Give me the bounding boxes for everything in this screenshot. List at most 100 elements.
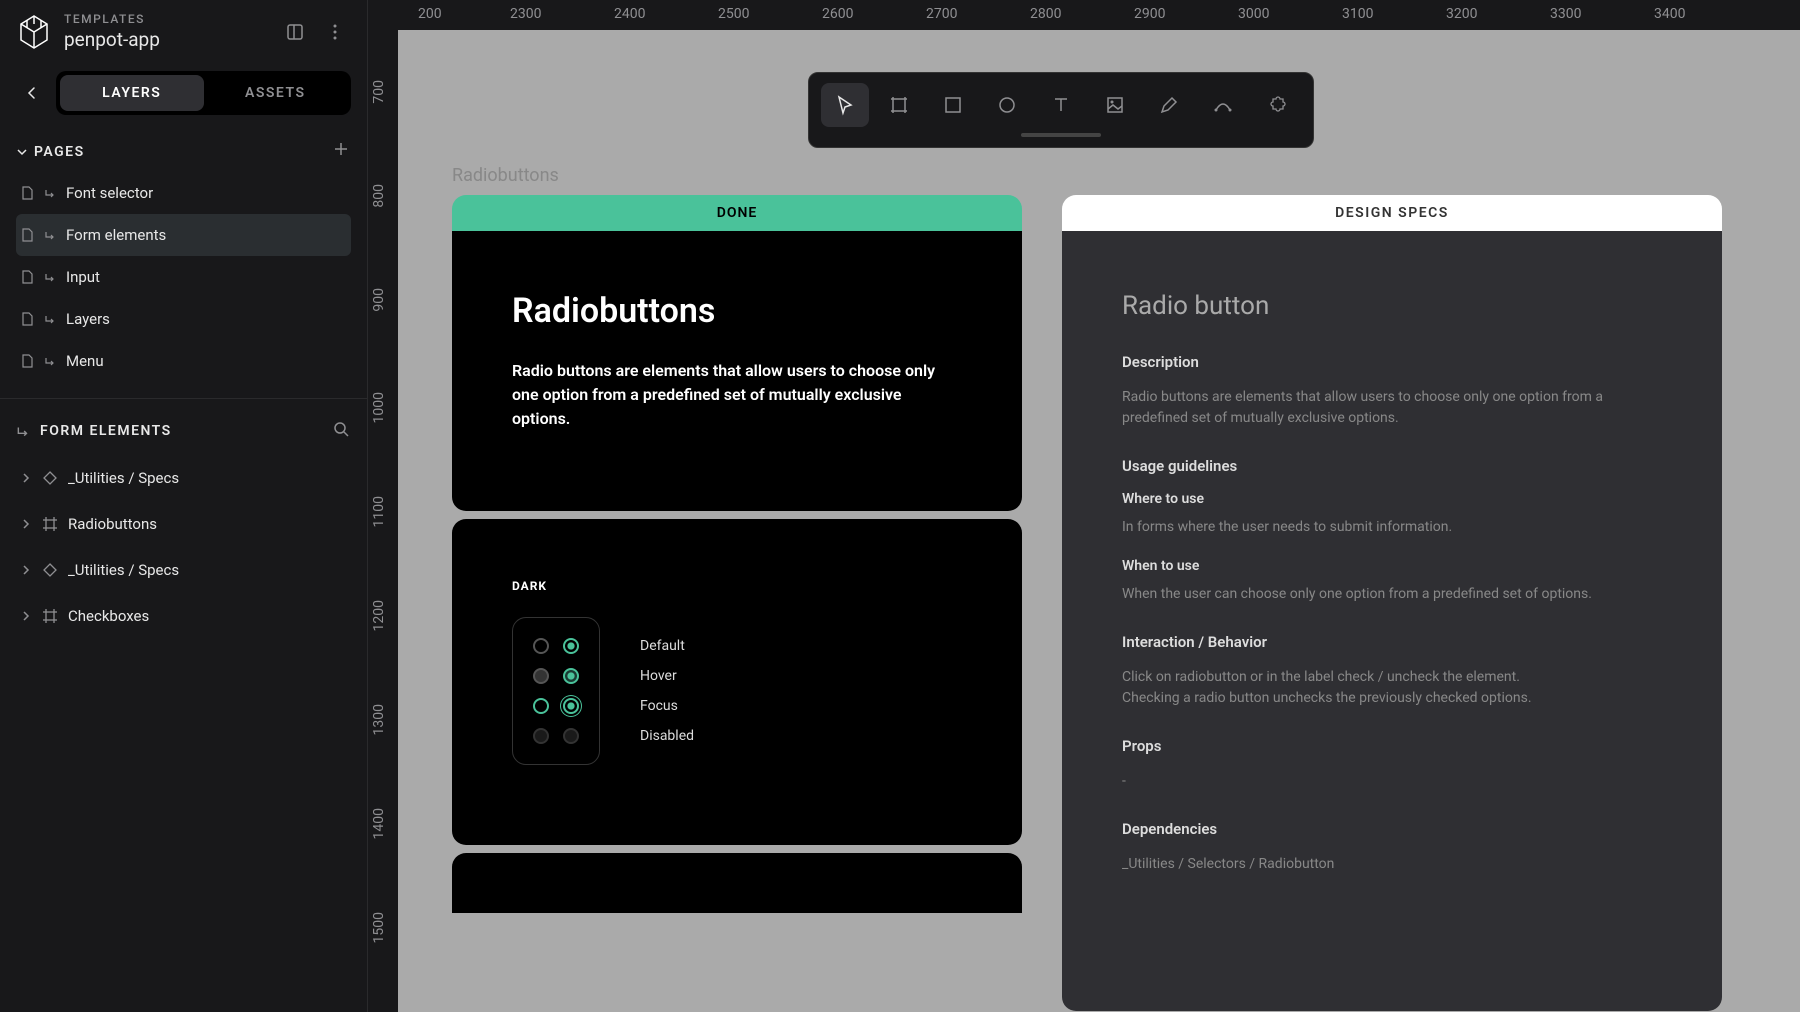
tool-ellipse[interactable] [983,83,1031,127]
state-label-disabled: Disabled [640,728,694,744]
ruler-corner [368,0,398,30]
tool-select[interactable] [821,83,869,127]
rectangle-icon [942,94,964,116]
specs-body: Radio button Description Radio buttons a… [1062,231,1722,1011]
page-label: Form elements [66,226,166,244]
page-item-form-elements[interactable]: Form elements [16,214,351,256]
image-icon [1104,94,1126,116]
pen-icon [1158,94,1180,116]
specs-title: Radio button [1122,291,1662,321]
spec-heading-interaction: Interaction / Behavior [1122,633,1662,651]
page-label: Menu [66,352,104,370]
curve-icon [1212,94,1234,116]
ruler-tick: 200 [418,6,442,22]
ruler-tick: 1000 [371,392,387,423]
tab-layers[interactable]: LAYERS [60,75,204,111]
chevron-down-icon [16,146,28,158]
frame-radiobuttons[interactable]: DONE Radiobuttons Radio buttons are elem… [452,195,1022,913]
done-banner: DONE [452,195,1022,231]
page-label: Layers [66,310,110,328]
ruler-horizontal[interactable]: 200 2300 2400 2500 2600 2700 2800 2900 3… [398,0,1800,30]
page-icon [20,312,34,326]
spec-heading-description: Description [1122,353,1662,371]
radio-checked-default [563,638,579,654]
ruler-tick: 2600 [822,6,853,22]
frame-tool-icon [888,94,910,116]
tool-curve[interactable] [1199,83,1247,127]
radio-states-box [512,617,600,765]
chevron-right-icon [20,472,32,484]
add-page-button[interactable] [331,139,351,164]
subpage-arrow-icon [16,424,30,438]
page-item-font-selector[interactable]: Font selector [16,172,351,214]
page-label: Input [66,268,100,286]
ruler-tick: 2400 [614,6,645,22]
state-label-focus: Focus [640,698,694,714]
radio-unchecked-focus [533,698,549,714]
ruler-tick: 2500 [718,6,749,22]
layer-item-radiobuttons[interactable]: Radiobuttons [16,501,351,547]
layer-item-utilities-specs-2[interactable]: _Utilities / Specs [16,547,351,593]
app-logo[interactable] [16,14,52,50]
subpage-arrow-icon [44,271,56,283]
radio-unchecked-hover [533,668,549,684]
canvas-frame-label[interactable]: Radiobuttons [452,165,559,186]
ruler-tick: 1300 [371,704,387,735]
subpage-arrow-icon [44,187,56,199]
panel-toggle-icon[interactable] [279,16,311,48]
chevron-right-icon [20,564,32,576]
layer-label: Checkboxes [68,607,149,625]
frame-demo-dark: DARK [452,519,1022,845]
ruler-tick: 3000 [1238,6,1269,22]
spec-text-deps: _Utilities / Selectors / Radiobutton [1122,854,1662,875]
frame-design-specs[interactable]: DESIGN SPECS Radio button Description Ra… [1062,195,1722,1011]
layer-item-checkboxes[interactable]: Checkboxes [16,593,351,639]
ruler-tick: 2700 [926,6,957,22]
puzzle-icon [1266,94,1288,116]
tabs-container: LAYERS ASSETS [56,71,351,115]
ruler-tick: 1200 [371,600,387,631]
ruler-tick: 2900 [1134,6,1165,22]
ruler-tick: 3400 [1654,6,1685,22]
layers-header: FORM ELEMENTS [16,407,351,455]
sidebar-header: TEMPLATES penpot-app [0,0,367,63]
pages-title-text: PAGES [34,144,85,160]
subpage-arrow-icon [44,313,56,325]
tool-rectangle[interactable] [929,83,977,127]
spec-text-props: - [1122,771,1662,792]
radio-unchecked-default [533,638,549,654]
layer-item-utilities-specs[interactable]: _Utilities / Specs [16,455,351,501]
page-item-input[interactable]: Input [16,256,351,298]
ruler-vertical[interactable]: 700 800 900 1000 1100 1200 1300 1400 150… [368,30,398,1012]
spec-subheading-when: When to use [1122,558,1662,574]
frame-description-text: Radio buttons are elements that allow us… [512,359,962,431]
tab-assets[interactable]: ASSETS [204,75,348,111]
spec-block-where: Where to use In forms where the user nee… [1122,491,1662,538]
menu-dots-icon[interactable] [319,16,351,48]
component-icon [42,562,58,578]
tabs-row: LAYERS ASSETS [0,63,367,123]
page-item-menu[interactable]: Menu [16,340,351,382]
spec-section-interaction: Interaction / Behavior Click on radiobut… [1122,633,1662,709]
spec-block-when: When to use When the user can choose onl… [1122,558,1662,605]
tool-text[interactable] [1037,83,1085,127]
spec-subheading-where: Where to use [1122,491,1662,507]
radio-unchecked-disabled [533,728,549,744]
tool-frame[interactable] [875,83,923,127]
page-item-layers[interactable]: Layers [16,298,351,340]
tool-pen[interactable] [1145,83,1193,127]
canvas[interactable]: Radiobuttons DONE Radiobuttons Radio but… [398,30,1800,1012]
spec-section-props: Props - [1122,737,1662,792]
toolbar-handle[interactable] [1021,133,1101,137]
ruler-tick: 900 [371,288,387,312]
tool-image[interactable] [1091,83,1139,127]
ruler-tick: 3200 [1446,6,1477,22]
layers-title[interactable]: FORM ELEMENTS [16,423,172,439]
ruler-tick: 2800 [1030,6,1061,22]
frame-description: Radiobuttons Radio buttons are elements … [452,231,1022,511]
page-list: Font selector Form elements Input Layers [16,172,351,382]
back-button[interactable] [16,77,48,109]
pages-title[interactable]: PAGES [16,144,85,160]
tool-plugins[interactable] [1253,83,1301,127]
search-button[interactable] [331,419,351,443]
